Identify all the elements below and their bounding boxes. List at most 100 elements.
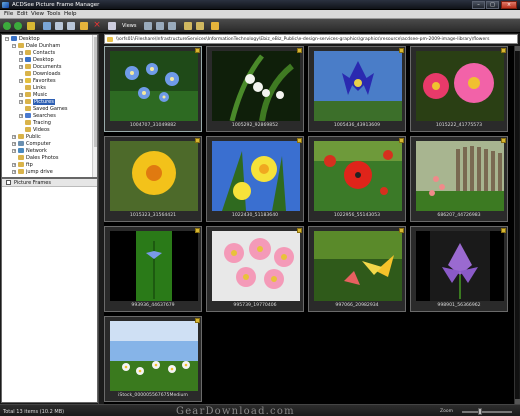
paste-icon[interactable]: [67, 22, 75, 30]
thumbnail-item[interactable]: 995739_19770406: [206, 226, 304, 312]
tree-item-label: Downloads: [33, 71, 61, 77]
thumbnail-item[interactable]: 1005292_92869852: [206, 46, 304, 132]
thumbnail-caption: 1015222_41775573: [435, 123, 483, 128]
filter-icon[interactable]: [156, 22, 164, 30]
menu-view[interactable]: View: [31, 11, 44, 17]
thumbnail-image: [416, 231, 504, 301]
expand-toggle-icon[interactable]: −: [5, 37, 9, 41]
expand-toggle-icon[interactable]: +: [12, 135, 16, 139]
expand-toggle-icon[interactable]: +: [12, 149, 16, 153]
tree-item-label: Favorites: [33, 78, 56, 84]
embedded-metadata-icon: [195, 48, 200, 53]
tree-item-label: Desktop: [19, 36, 40, 42]
thumbnail-item[interactable]: 1015323_31564421: [104, 136, 202, 222]
forward-icon[interactable]: [14, 22, 22, 30]
zoom-slider-thumb[interactable]: [478, 408, 482, 415]
thumbnail-item[interactable]: 998901_56366962: [410, 226, 508, 312]
maximize-button[interactable]: □: [486, 1, 499, 9]
folder-icon: [18, 162, 24, 167]
thumbnail-item[interactable]: 1022430_51183640: [206, 136, 304, 222]
tree-item-label: Tracing: [33, 120, 51, 126]
expand-toggle-icon[interactable]: +: [12, 170, 16, 174]
expand-toggle-icon[interactable]: −: [12, 44, 16, 48]
tree-item-label: Network: [26, 148, 47, 154]
thumbnail-item[interactable]: 1005436_43913609: [308, 46, 406, 132]
up-folder-icon[interactable]: [27, 22, 35, 30]
folder-icon: [18, 43, 24, 48]
thumbnail-caption: 1022956_55143053: [333, 213, 381, 218]
close-button[interactable]: ×: [501, 1, 517, 9]
expand-toggle-icon[interactable]: +: [19, 58, 23, 62]
menu-edit[interactable]: Edit: [17, 11, 28, 17]
expand-toggle-icon[interactable]: +: [19, 79, 23, 83]
thumbnail-item[interactable]: 1022956_55143053: [308, 136, 406, 222]
menu-help[interactable]: Help: [64, 11, 77, 17]
thumbnail-image: [110, 51, 198, 121]
address-bar[interactable]: \\orfs01\Fileshare\InfrastructureService…: [104, 34, 518, 44]
tree-scrollbar[interactable]: [92, 35, 97, 177]
menu-file[interactable]: File: [4, 11, 13, 17]
tree-item-label: jump drive: [26, 169, 53, 175]
minimize-button[interactable]: –: [472, 1, 485, 9]
embedded-metadata-icon: [297, 138, 302, 143]
tree-item-label: Contacts: [33, 50, 56, 56]
folder-tree[interactable]: − Desktop − Dale Dunham + Contacts + Desktop + Do…: [1, 34, 98, 178]
expand-toggle-icon[interactable]: +: [12, 163, 16, 167]
thumbnail-image: [416, 141, 504, 211]
thumbnail-item[interactable]: 997066_20982934: [308, 226, 406, 312]
views-label[interactable]: Views: [122, 23, 136, 29]
folder-icon: [25, 64, 31, 69]
window-title: ACDSee Picture Frame Manager: [12, 2, 100, 8]
delete-icon[interactable]: ×: [93, 21, 101, 30]
folder-icon: [25, 85, 31, 90]
folder-icon: [25, 57, 31, 62]
tree-item-label: ftp: [26, 162, 33, 168]
thumbnail-image: [110, 321, 198, 391]
thumbnail-image: [314, 51, 402, 121]
thumbnail-image: [212, 51, 300, 121]
thumbnail-caption: 1005292_92869852: [231, 123, 279, 128]
scroll-up-arrow[interactable]: [515, 46, 520, 51]
thumbnail-image: [110, 231, 198, 301]
rotate-icon[interactable]: [196, 22, 204, 30]
sort-icon[interactable]: [168, 22, 176, 30]
new-folder-icon[interactable]: [80, 22, 88, 30]
slideshow-icon[interactable]: [184, 22, 192, 30]
embedded-metadata-icon: [399, 138, 404, 143]
menu-tools[interactable]: Tools: [47, 11, 61, 17]
views-icon[interactable]: [108, 22, 116, 30]
frame-icon[interactable]: [211, 22, 219, 30]
embedded-metadata-icon: [195, 318, 200, 323]
expand-toggle-icon[interactable]: +: [12, 142, 16, 146]
thumbnail-item[interactable]: iStock_000005567675Medium: [104, 316, 202, 402]
expand-toggle-icon[interactable]: +: [19, 65, 23, 69]
zoom-slider-track[interactable]: [462, 411, 512, 413]
back-icon[interactable]: [3, 22, 11, 30]
embedded-metadata-icon: [195, 138, 200, 143]
select-icon[interactable]: [144, 22, 152, 30]
tree-item-label: Searches: [33, 113, 56, 119]
thumbnail-item[interactable]: 1004707_31049882: [104, 46, 202, 132]
folder-icon: [18, 155, 24, 160]
thumbnail-item[interactable]: 1015222_41775573: [410, 46, 508, 132]
thumbnail-item[interactable]: 686207_44726983: [410, 136, 508, 222]
address-path: \\orfs01\Fileshare\InfrastructureService…: [116, 37, 490, 42]
thumbnail-item[interactable]: 993936_44637679: [104, 226, 202, 312]
expand-toggle-icon[interactable]: +: [19, 51, 23, 55]
copy-icon[interactable]: [55, 22, 63, 30]
thumbnail-image: [416, 51, 504, 121]
expand-toggle-icon[interactable]: +: [19, 93, 23, 97]
tree-item-label: Documents: [33, 64, 62, 70]
thumbnail-image: [212, 231, 300, 301]
folder-sync-icon[interactable]: [43, 22, 51, 30]
thumbnail-grid: 1004707_31049882 1005292_92869852 100543…: [104, 46, 514, 404]
expand-toggle-icon[interactable]: +: [19, 114, 23, 118]
picture-frames-checkbox[interactable]: [6, 180, 11, 185]
grid-scrollbar[interactable]: [514, 46, 520, 404]
expand-toggle-icon[interactable]: +: [19, 100, 23, 104]
embedded-metadata-icon: [399, 48, 404, 53]
panel-splitter[interactable]: [98, 34, 103, 404]
app-icon: [2, 2, 9, 8]
tree-item-label: Links: [33, 85, 46, 91]
picture-frames-panel: Picture Frames: [1, 178, 98, 403]
